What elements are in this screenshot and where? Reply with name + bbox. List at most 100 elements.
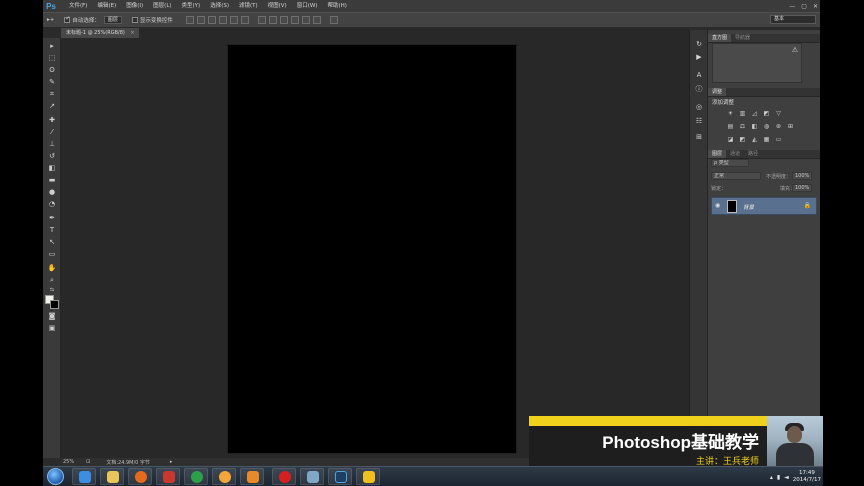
history-brush-tool-icon[interactable]: ↺	[46, 151, 58, 161]
character-panel-icon[interactable]: A	[694, 71, 704, 80]
align-hcenter-icon[interactable]	[229, 16, 238, 24]
volume-icon[interactable]: ◄	[784, 474, 789, 481]
taskbar-app-ie[interactable]	[72, 468, 96, 485]
menu-type[interactable]: 类型(Y)	[177, 0, 206, 12]
blend-mode-dropdown[interactable]: 正常	[711, 172, 761, 180]
distribute-top-icon[interactable]	[257, 16, 266, 24]
menu-file[interactable]: 文件(F)	[64, 0, 92, 12]
start-button[interactable]	[47, 468, 64, 485]
quick-mask-icon[interactable]: ◙	[46, 311, 58, 321]
tab-channels[interactable]: 通道	[726, 150, 744, 158]
eyedropper-tool-icon[interactable]: ↗	[46, 101, 58, 111]
taskbar-app-explorer[interactable]	[100, 468, 124, 485]
move-tool-icon[interactable]: ▸	[46, 41, 58, 51]
color-lookup-icon[interactable]: ⊞	[786, 123, 795, 131]
zoom-level[interactable]: 25%	[63, 459, 74, 465]
gradient-tool-icon[interactable]: ▬	[46, 175, 58, 185]
crop-tool-icon[interactable]: ⌗	[46, 89, 58, 99]
taskbar-app-photoshop[interactable]	[328, 468, 352, 485]
selective-color-icon[interactable]: ▦	[762, 136, 771, 144]
menu-image[interactable]: 图像(I)	[121, 0, 148, 12]
tab-adjustments[interactable]: 调整	[708, 88, 727, 96]
align-vcenter-icon[interactable]	[196, 16, 205, 24]
exposure-icon[interactable]: ◩	[762, 110, 771, 118]
taskbar-app-bird[interactable]	[356, 468, 380, 485]
zoom-tool-icon[interactable]: ⌕	[46, 275, 58, 285]
history-panel-icon[interactable]: ↻	[694, 40, 704, 49]
blur-tool-icon[interactable]: ●	[46, 187, 58, 197]
taskbar-app-sohu[interactable]	[212, 468, 236, 485]
properties-panel-icon[interactable]: ☷	[694, 117, 704, 126]
curves-icon[interactable]: ◿	[750, 110, 759, 118]
status-menu-arrow-icon[interactable]: ▸	[170, 459, 173, 465]
tab-navigator[interactable]: 导航器	[731, 34, 754, 42]
lasso-tool-icon[interactable]: ʘ	[46, 65, 58, 75]
distribute-vcenter-icon[interactable]	[268, 16, 277, 24]
taskbar-app-files[interactable]	[300, 468, 324, 485]
vibrance-icon[interactable]: ▽	[774, 110, 783, 118]
quick-select-tool-icon[interactable]: ✎	[46, 77, 58, 87]
taskbar-app-browser[interactable]	[156, 468, 180, 485]
document-canvas[interactable]	[228, 45, 516, 453]
gradient-map-icon[interactable]: ▭	[774, 136, 783, 144]
dodge-tool-icon[interactable]: ◔	[46, 199, 58, 209]
auto-select-checkbox[interactable]	[64, 15, 70, 23]
menu-help[interactable]: 帮助(H)	[322, 0, 351, 12]
default-colors-icon[interactable]: ⇆	[46, 285, 58, 295]
levels-icon[interactable]: ▥	[738, 110, 747, 118]
layer-comps-icon[interactable]: ◎	[694, 103, 704, 112]
auto-select-dropdown[interactable]: 图层	[103, 16, 122, 24]
document-tab[interactable]: 未标题-1 @ 25%(RGB/8) ×	[61, 28, 139, 38]
healing-brush-tool-icon[interactable]: ✚	[46, 115, 58, 125]
align-top-icon[interactable]	[185, 16, 194, 24]
distribute-hcenter-icon[interactable]	[301, 16, 310, 24]
actions-panel-icon[interactable]: ▶	[694, 53, 704, 62]
show-transform-checkbox[interactable]	[131, 17, 138, 23]
export-icon[interactable]: ⊡	[86, 459, 90, 465]
distribute-bottom-icon[interactable]	[279, 16, 288, 24]
fill-field[interactable]: 100%	[792, 184, 812, 192]
info-panel-icon[interactable]: ⓘ	[694, 85, 704, 94]
close-button[interactable]: ✕	[813, 3, 818, 10]
eye-icon[interactable]: ◉	[715, 202, 720, 209]
tab-paths[interactable]: 路径	[744, 150, 762, 158]
opacity-field[interactable]: 100%	[792, 172, 812, 180]
menu-layer[interactable]: 图层(L)	[148, 0, 176, 12]
align-bottom-icon[interactable]	[207, 16, 216, 24]
pen-tool-icon[interactable]: ✒	[46, 213, 58, 223]
auto-align-icon[interactable]	[329, 16, 338, 24]
tab-histogram[interactable]: 直方图	[708, 34, 732, 42]
photo-filter-icon[interactable]: ◍	[762, 123, 771, 131]
taskbar-app-firefox[interactable]	[128, 468, 152, 485]
taskbar-app-tool[interactable]	[240, 468, 264, 485]
hand-tool-icon[interactable]: ✋	[46, 263, 58, 273]
distribute-left-icon[interactable]	[290, 16, 299, 24]
align-left-icon[interactable]	[218, 16, 227, 24]
menu-filter[interactable]: 滤镜(T)	[234, 0, 263, 12]
close-tab-icon[interactable]: ×	[130, 30, 134, 36]
clock[interactable]: 17:49 2014/7/17	[793, 470, 821, 484]
background-color-swatch[interactable]	[50, 300, 59, 309]
path-select-tool-icon[interactable]: ↖	[46, 237, 58, 247]
eraser-tool-icon[interactable]: ◧	[46, 163, 58, 173]
layer-kind-filter[interactable]: ρ 类型	[711, 159, 749, 167]
invert-icon[interactable]: ◪	[726, 136, 735, 144]
tray-up-arrow-icon[interactable]: ▴	[770, 474, 773, 481]
menu-edit[interactable]: 编辑(E)	[92, 0, 121, 12]
brush-tool-icon[interactable]: ⁄	[46, 127, 58, 137]
maximize-button[interactable]: ▢	[801, 3, 807, 10]
posterize-icon[interactable]: ◩	[738, 136, 747, 144]
tab-layers[interactable]: 图层	[708, 150, 727, 158]
network-icon[interactable]: ▮	[777, 474, 780, 481]
workspace-dropdown[interactable]: 基本	[770, 15, 816, 24]
rectangle-tool-icon[interactable]: ▭	[46, 249, 58, 259]
type-tool-icon[interactable]: T	[46, 225, 58, 235]
move-tool-preset[interactable]: ▸+	[47, 14, 54, 26]
taskbar-app-media[interactable]	[184, 468, 208, 485]
hue-saturation-icon[interactable]: ▤	[726, 123, 735, 131]
black-white-icon[interactable]: ◧	[750, 123, 759, 131]
screen-mode-icon[interactable]: ▣	[46, 323, 58, 333]
marquee-tool-icon[interactable]: ⬚	[46, 53, 58, 63]
clone-stamp-tool-icon[interactable]: ⊥	[46, 139, 58, 149]
color-balance-icon[interactable]: ⚖	[738, 123, 747, 131]
